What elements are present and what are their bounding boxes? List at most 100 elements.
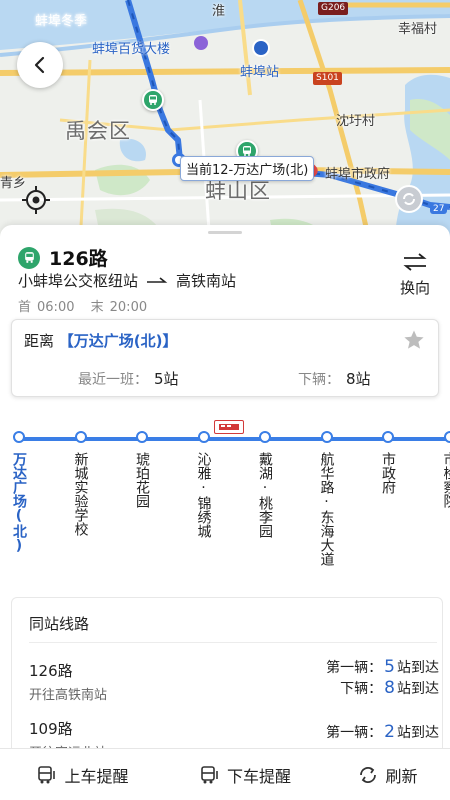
stop-item[interactable]: 沁雅·锦绣城 bbox=[189, 431, 219, 538]
direction-arrow-icon bbox=[147, 276, 168, 283]
distance-card: 距离 【万达广场(北)】 最近一班： 5站 下辆： 8站 bbox=[11, 319, 439, 397]
bottom-action-bar: 上车提醒 下车提醒 刷新 bbox=[0, 748, 450, 800]
refresh-label: 刷新 bbox=[385, 766, 418, 786]
road-tag-s101: S101 bbox=[313, 72, 342, 85]
stop-name: 戴湖·桃李园 bbox=[257, 452, 273, 538]
next-bus-label: 下辆： bbox=[340, 681, 383, 697]
bus-board-icon bbox=[38, 765, 56, 783]
route-destination: 高铁南站 bbox=[176, 272, 237, 290]
board-remind-label: 上车提醒 bbox=[64, 766, 129, 786]
stop-item[interactable]: 万达广场(北) bbox=[4, 431, 34, 554]
poi-department-store[interactable]: 蚌埠百货大楼 bbox=[92, 38, 170, 57]
swap-icon bbox=[403, 253, 427, 271]
stop-item[interactable]: 戴湖·桃李园 bbox=[250, 431, 280, 538]
stop-dot bbox=[74, 431, 87, 443]
map-label-city-gov: 蚌埠市政府 bbox=[325, 167, 391, 182]
stop-item[interactable]: 市政府 bbox=[373, 431, 403, 494]
route-service-hours: 首 06:00 末 20:00 bbox=[18, 296, 159, 315]
distance-station[interactable]: 【万达广场(北)】 bbox=[59, 332, 178, 350]
current-stop-bubble[interactable]: 当前12-万达广场(北) bbox=[180, 156, 315, 181]
first-bus-count: 2 bbox=[384, 722, 395, 742]
line-name: 109路 bbox=[29, 720, 73, 738]
stop-dot bbox=[197, 431, 210, 443]
nearest-bus-label: 最近一班： bbox=[78, 372, 148, 388]
map-label-village-right: 幸福村 bbox=[398, 22, 438, 37]
swap-direction-button[interactable]: 换向 bbox=[388, 253, 442, 297]
stop-dot bbox=[443, 431, 450, 443]
crosshair-icon bbox=[22, 186, 50, 214]
shop-icon bbox=[194, 36, 208, 50]
poi-bengbu-station[interactable]: 蚌埠站 bbox=[240, 61, 279, 80]
train-station-icon bbox=[252, 39, 270, 57]
road-tag-g206: G206 bbox=[318, 2, 349, 15]
stop-dot bbox=[320, 431, 333, 443]
next-bus-info: 下辆： 8站 bbox=[298, 368, 371, 389]
favorite-star-icon[interactable] bbox=[403, 329, 425, 351]
refresh-button[interactable]: 刷新 bbox=[325, 749, 450, 800]
first-bus-label: 第一辆： bbox=[326, 660, 383, 676]
first-bus-label: 第一辆： bbox=[326, 725, 383, 741]
next-bus-count: 8 bbox=[384, 678, 395, 698]
bus-marker[interactable] bbox=[142, 89, 164, 111]
stop-item[interactable]: 新城实验学校 bbox=[66, 431, 96, 536]
first-bus-suffix: 站到达 bbox=[397, 660, 439, 676]
swap-direction-label: 换向 bbox=[399, 279, 430, 297]
first-bus-suffix: 站到达 bbox=[397, 725, 439, 741]
stop-line-diagram[interactable]: 万达广场(北) 新城实验学校 琥珀花园 沁雅·锦绣城 戴湖·桃李园 航华路·东海大道 市政府… bbox=[0, 410, 450, 585]
same-station-lines-card: 同站线路 126路 开往高铁南站 第一辆：5站到达 下辆：8站到达 109路 开… bbox=[11, 597, 443, 767]
last-bus-label: 末 bbox=[90, 300, 104, 315]
refresh-icon bbox=[360, 766, 377, 783]
route-header: 126路 bbox=[18, 244, 108, 271]
bus-alight-icon bbox=[201, 765, 218, 783]
alight-remind-button[interactable]: 下车提醒 bbox=[165, 749, 325, 800]
first-bus-arrival: 第一辆： 5 站到达 bbox=[326, 657, 439, 677]
same-station-title: 同站线路 bbox=[29, 615, 90, 633]
divider bbox=[29, 642, 437, 643]
stop-name: 航华路·东海大道 bbox=[318, 452, 335, 566]
sheet-drag-handle[interactable] bbox=[208, 231, 242, 234]
route-direction: 小蚌埠公交枢纽站 高铁南站 bbox=[18, 270, 236, 291]
map-label-river: 淮 bbox=[212, 4, 226, 19]
reload-map-icon[interactable] bbox=[395, 185, 423, 213]
stop-name: 市检察院 bbox=[441, 452, 450, 508]
route-detail-sheet: 126路 小蚌埠公交枢纽站 高铁南站 首 06:00 末 20:00 换向 距离 【… bbox=[0, 225, 450, 800]
line-name: 126路 bbox=[29, 662, 73, 680]
stop-name: 新城实验学校 bbox=[72, 452, 89, 536]
locate-button[interactable] bbox=[17, 181, 55, 219]
stop-name: 万达广场(北) bbox=[11, 452, 27, 554]
next-bus-arrival: 下辆： 8 站到达 bbox=[340, 678, 439, 698]
stop-dot bbox=[136, 431, 148, 443]
bus-icon bbox=[18, 246, 40, 269]
next-bus-value: 8站 bbox=[346, 370, 371, 388]
next-bus-suffix: 站到达 bbox=[397, 681, 439, 697]
route-name: 126路 bbox=[49, 248, 108, 270]
first-bus-count: 5 bbox=[384, 657, 395, 677]
stop-item[interactable]: 琥珀花园 bbox=[127, 431, 157, 508]
nearest-bus-info: 最近一班： 5站 bbox=[78, 368, 179, 389]
nearest-bus-value: 5站 bbox=[154, 370, 179, 388]
map-label-yuhui-district: 禹会区 bbox=[65, 119, 131, 143]
map-stop-tag: 27 bbox=[430, 204, 448, 214]
list-item[interactable]: 126路 开往高铁南站 第一辆： 5 站到达 下辆： 8 站到达 bbox=[29, 657, 439, 710]
stop-name: 沁雅·锦绣城 bbox=[195, 452, 212, 538]
map-label-top-left: 蚌埠冬季 bbox=[35, 14, 88, 29]
stop-item[interactable]: 市检察院 bbox=[435, 431, 450, 508]
route-map[interactable]: G206 蚌埠冬季 淮 幸福村 蚌埠百货大楼 蚌埠站 S101 禹会区 沈圩村 … bbox=[0, 0, 450, 245]
bus-on-line-icon bbox=[214, 420, 244, 434]
first-bus-label: 首 bbox=[18, 300, 32, 315]
stop-item[interactable]: 航华路·东海大道 bbox=[312, 431, 342, 566]
board-remind-button[interactable]: 上车提醒 bbox=[0, 749, 165, 800]
last-bus-time: 20:00 bbox=[109, 300, 148, 315]
first-bus-time: 06:00 bbox=[37, 300, 75, 315]
route-origin: 小蚌埠公交枢纽站 bbox=[18, 272, 139, 290]
back-button[interactable] bbox=[17, 42, 63, 88]
distance-title: 距离 【万达广场(北)】 bbox=[24, 330, 178, 351]
back-arrow-icon bbox=[34, 56, 45, 74]
stop-dot bbox=[382, 431, 394, 443]
first-bus-arrival: 第一辆： 2 站到达 bbox=[326, 722, 439, 742]
map-label-shenyu-village: 沈圩村 bbox=[336, 114, 376, 129]
stop-dot bbox=[13, 431, 25, 443]
stop-dot bbox=[259, 431, 271, 443]
alight-remind-label: 下车提醒 bbox=[226, 766, 291, 786]
next-bus-label: 下辆： bbox=[298, 372, 340, 388]
